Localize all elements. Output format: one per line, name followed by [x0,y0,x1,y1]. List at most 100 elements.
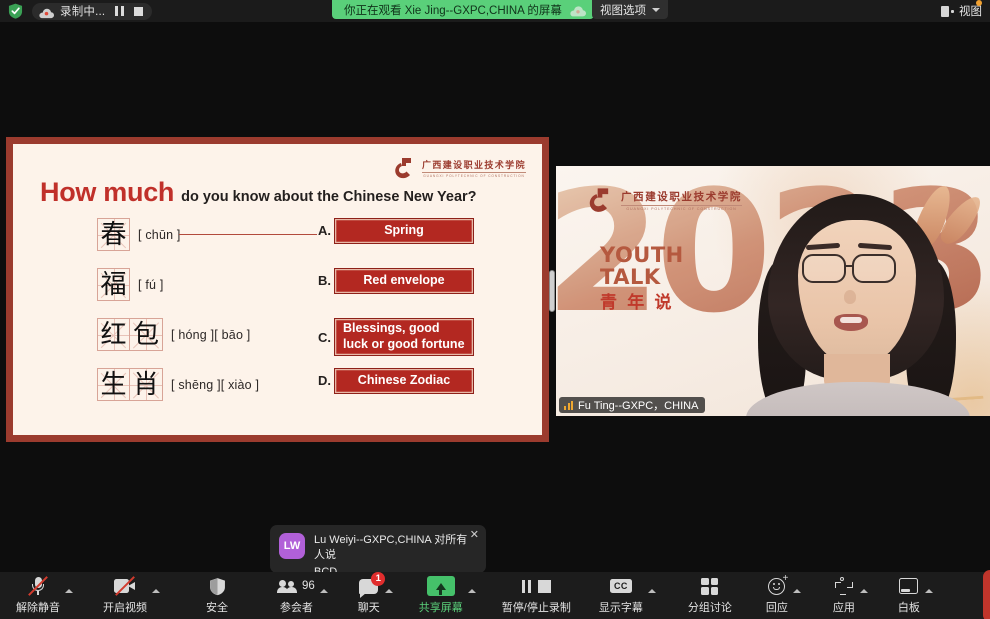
shield-icon[interactable] [8,3,23,19]
unmute-label: 解除静音 [16,599,60,615]
youth-talk-title: YOUTH TALK [600,244,684,289]
character-boxes: 春 [97,218,130,251]
character-box: 福 [97,268,130,301]
pinyin-label: [ fú ] [138,278,164,292]
whiteboard-button[interactable]: 白板 [896,572,922,619]
character-glyph: 包 [133,322,159,348]
recording-indicator[interactable]: 录制中... [32,3,152,20]
character-boxes: 生 肖 [97,368,163,401]
avatar: LW [279,533,305,559]
slide-scroll-handle[interactable] [549,270,555,312]
character-glyph: 生 [100,372,126,398]
answer-box: Chinese Zodiac [334,368,474,394]
closed-caption-icon: CC [610,579,632,593]
chat-button[interactable]: 1 聊天 [356,572,382,619]
pinyin-label: [ chūn ] [138,228,181,242]
share-screen-button[interactable]: 共享屏幕 [417,572,465,619]
toolbar-group-unmute: 解除静音 [14,572,73,619]
character-box: 包 [130,318,163,351]
pause-stop-recording-label: 暂停/停止录制 [502,599,571,615]
apps-button[interactable]: 应用 [831,572,857,619]
reactions-chevron-icon[interactable] [793,589,801,593]
cloud-icon [570,4,586,15]
row-term: 生 肖 [ shēng ][ xiào ] [97,368,259,401]
chat-chevron-icon[interactable] [385,589,393,593]
close-icon[interactable]: ✕ [470,530,479,541]
recording-label: 录制中... [60,3,105,19]
show-captions-button[interactable]: CC 显示字幕 [597,572,645,619]
chat-unread-badge: 1 [371,572,385,586]
character-box: 春 [97,218,130,251]
character-glyph: 春 [100,222,126,248]
video-tile-fu-ting[interactable]: 2023 广西建设职业技术学院 GUANGXI POLYTECHNIC OF C… [556,166,990,416]
participants-chevron-icon[interactable] [320,589,328,593]
whiteboard-chevron-icon[interactable] [925,589,933,593]
layout-view-icon [941,6,954,17]
audio-options-chevron-icon[interactable] [65,589,73,593]
gxpc-logo-icon [586,186,614,214]
answer-box: Blessings, good luck or good fortune [334,318,474,356]
unmute-button[interactable]: 解除静音 [14,572,62,619]
pause-stop-recording-button[interactable]: 暂停/停止录制 [500,572,573,619]
option-letter: D. [318,373,334,388]
toolbar-group-reactions: + 回应 [764,572,801,619]
stop-icon[interactable] [134,7,143,16]
slide-title-highlight: How much [40,177,174,208]
captions-chevron-icon[interactable] [648,589,656,593]
show-captions-label: 显示字幕 [599,599,643,615]
smiley-plus-icon: + [768,578,785,595]
breakout-rooms-button[interactable]: 分组讨论 [686,572,734,619]
start-video-button[interactable]: 开启视频 [101,572,149,619]
zoom-meeting-window: 录制中... 你正在观看 Xie Jing--GXPC,CHINA 的屏幕 视图… [0,0,990,619]
shield-icon-svg [8,3,23,19]
reactions-button[interactable]: + 回应 [764,572,790,619]
breakout-rooms-label: 分组讨论 [688,599,732,615]
shared-screen-slide[interactable]: 广西建设职业技术学院 GUANGXI POLYTECHNIC OF CONSTR… [6,137,549,442]
slide-row: 生 肖 [ shēng ][ xiào ] D. Chinese Zodiac [13,368,542,418]
shield-icon [209,576,226,596]
microphone-muted-icon [32,576,45,596]
toolbar-group-chat: 1 聊天 [356,572,393,619]
apps-chevron-icon[interactable] [860,589,868,593]
notification-dot-icon [976,0,982,6]
apps-icon [835,577,853,595]
grid-icon [701,576,718,596]
apps-icon-wrap [835,576,853,596]
slide-rows: 春 [ chūn ] A. Spring [13,218,542,418]
row-answer: A. Spring [318,218,474,244]
security-button[interactable]: 安全 [204,572,230,619]
reactions-label: 回应 [766,599,788,615]
chat-notification-toast[interactable]: LW Lu Weiyi--GXPC,CHINA 对所有人说 BCD ✕ [270,525,486,573]
toolbar-group-video: 开启视频 [101,572,160,619]
youth-talk-title-chinese: 青 年 说 [600,288,675,313]
character-boxes: 红 包 [97,318,163,351]
share-screen-label: 共享屏幕 [419,599,463,615]
pause-stop-icon [522,576,552,596]
apps-label: 应用 [833,599,855,615]
option-letter: C. [318,330,334,345]
row-answer: D. Chinese Zodiac [318,368,474,394]
chat-bubble-icon: 1 [359,579,378,594]
slide-title: How much do you know about the Chinese N… [40,177,477,208]
leave-button[interactable]: 离开 [983,570,990,619]
pinyin-label: [ shēng ][ xiào ] [171,378,259,392]
whiteboard-icon [899,578,918,594]
closed-caption-icon-wrap: CC [610,576,632,596]
toolbar-group-share: 共享屏幕 [417,572,476,619]
signal-bars-icon [564,401,573,410]
pause-icon[interactable] [115,6,124,16]
slide-canvas: 广西建设职业技术学院 GUANGXI POLYTECHNIC OF CONSTR… [13,144,542,435]
participants-icon-wrap: 96 [278,576,315,596]
answer-box: Spring [334,218,474,244]
character-glyph: 红 [100,322,126,348]
slide-logo-chinese: 广西建设职业技术学院 [422,158,526,171]
view-layout-button[interactable]: 视图 [941,3,982,19]
view-options-button[interactable]: 视图选项 [592,0,668,19]
video-options-chevron-icon[interactable] [152,589,160,593]
participants-button[interactable]: 96 参会者 [276,572,317,619]
character-box: 肖 [130,368,163,401]
slide-row: 福 [ fú ] B. Red envelope [13,268,542,318]
share-chevron-icon[interactable] [468,589,476,593]
screen-share-text: 你正在观看 Xie Jing--GXPC,CHINA 的屏幕 [344,2,562,18]
row-term: 红 包 [ hóng ][ bāo ] [97,318,250,351]
